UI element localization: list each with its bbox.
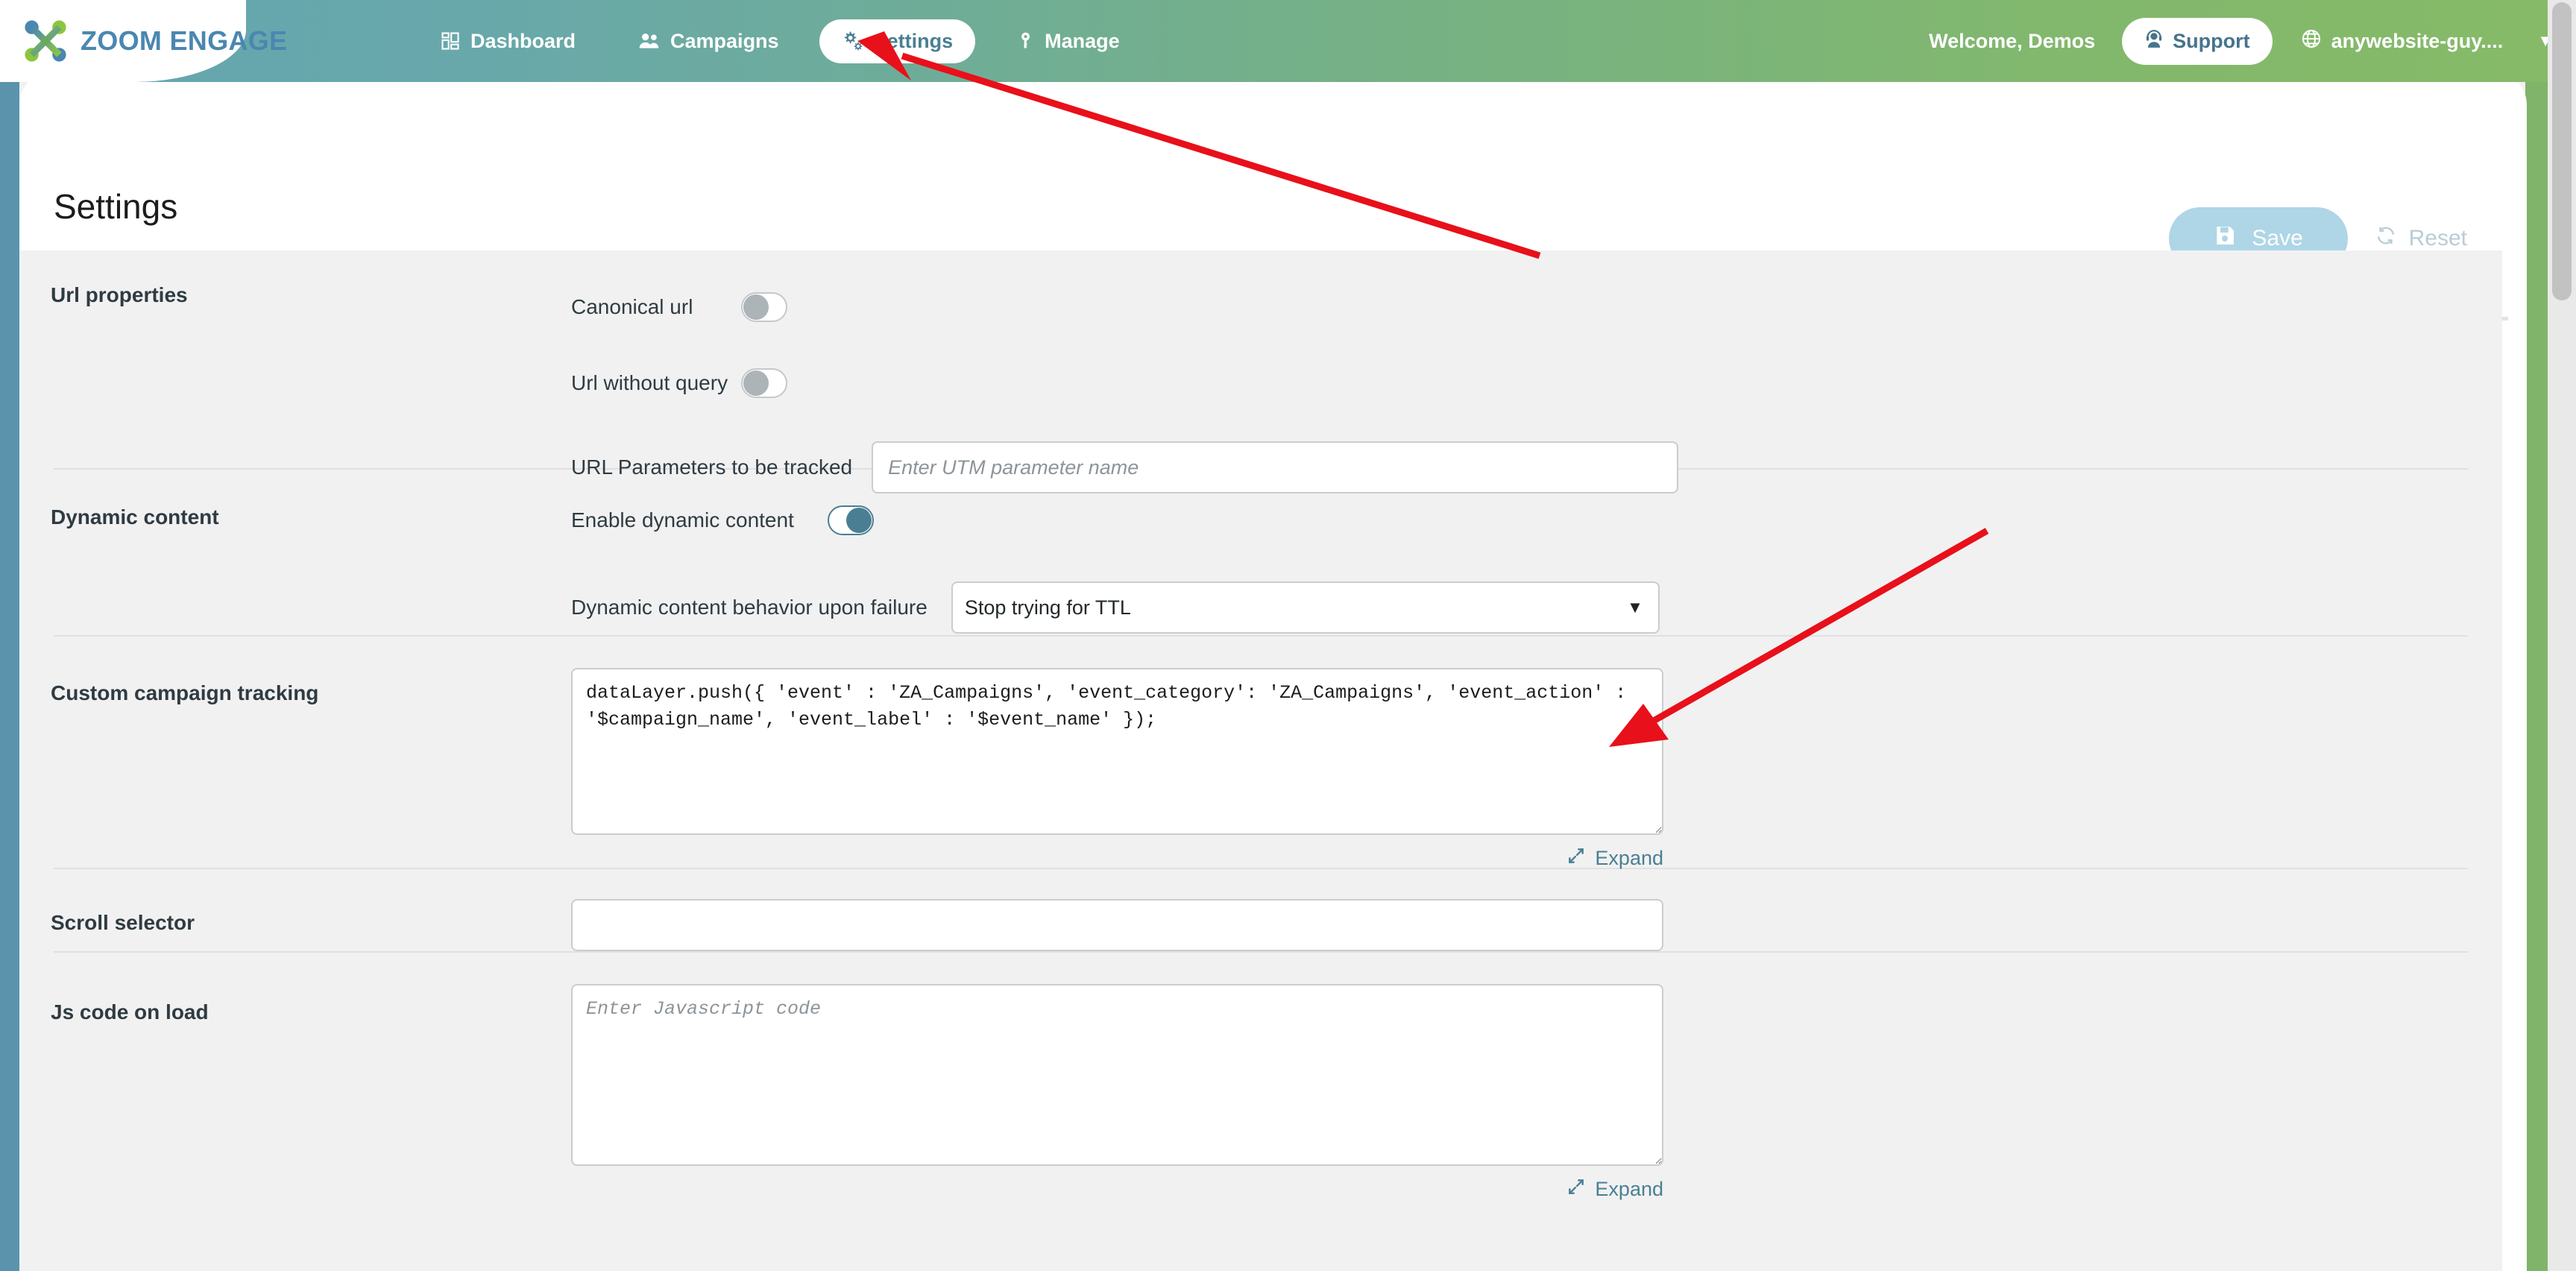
expand-arrows-icon: [1566, 1177, 1586, 1202]
dynamic-behavior-select-wrap: Stop trying for TTL ▼: [951, 581, 1660, 634]
nav-item-campaigns-label: Campaigns: [670, 30, 779, 53]
floppy-disk-icon: [2213, 224, 2237, 253]
url-properties-label: Url properties: [19, 283, 571, 307]
enable-dynamic-content-toggle[interactable]: [828, 505, 874, 535]
section-scroll-selector: Scroll selector: [19, 869, 2502, 951]
canonical-url-label: Canonical url: [571, 295, 714, 319]
url-properties-fields: Canonical url Url without query URL Para…: [571, 283, 2502, 493]
scroll-selector-input[interactable]: [571, 899, 1663, 951]
support-button[interactable]: Support: [2122, 18, 2272, 65]
dynamic-behavior-select[interactable]: Stop trying for TTL: [951, 581, 1660, 634]
site-selector-label: anywebsite-guy....: [2331, 30, 2504, 53]
js-code-on-load-textarea[interactable]: [571, 984, 1663, 1166]
scroll-selector-fields: [571, 899, 2502, 951]
dynamic-content-fields: Enable dynamic content Dynamic content b…: [571, 505, 2502, 634]
canonical-url-toggle-knob: [743, 294, 769, 320]
dynamic-content-label: Dynamic content: [19, 505, 571, 529]
custom-campaign-expand-wrap: Expand: [571, 846, 1663, 871]
js-code-on-load-label: Js code on load: [19, 984, 571, 1024]
site-selector[interactable]: anywebsite-guy....: [2301, 28, 2504, 54]
js-code-expand-link[interactable]: Expand: [1566, 1177, 1663, 1202]
left-edge-strip: [0, 71, 19, 1271]
canonical-url-row: Canonical url: [571, 292, 2502, 322]
right-edge-strip: [2525, 71, 2548, 1271]
nav-item-manage-label: Manage: [1045, 30, 1120, 53]
nav-item-settings-label: Settings: [874, 30, 954, 53]
save-button-label: Save: [2252, 226, 2302, 251]
enable-dynamic-content-toggle-knob: [846, 508, 872, 533]
globe-icon: [2301, 28, 2322, 54]
dynamic-behavior-label: Dynamic content behavior upon failure: [571, 596, 928, 619]
custom-campaign-tracking-label: Custom campaign tracking: [19, 668, 571, 705]
nav-item-dashboard[interactable]: Dashboard: [418, 19, 598, 63]
section-js-code-on-load: Js code on load Expand: [19, 953, 2502, 1202]
js-code-expand-label: Expand: [1595, 1178, 1663, 1201]
dynamic-behavior-row: Dynamic content behavior upon failure St…: [571, 581, 2502, 634]
js-code-on-load-fields: Expand: [571, 984, 2502, 1202]
custom-campaign-expand-label: Expand: [1595, 847, 1663, 870]
dashboard-grid-icon: [440, 31, 461, 51]
nav-right: Welcome, Demos Support: [1929, 0, 2554, 82]
url-without-query-toggle-knob: [743, 370, 769, 396]
canonical-url-toggle[interactable]: [741, 292, 787, 322]
url-without-query-row: Url without query: [571, 368, 2502, 398]
url-without-query-label: Url without query: [571, 371, 714, 395]
nav-item-manage[interactable]: Manage: [993, 19, 1142, 63]
welcome-text: Welcome, Demos: [1929, 30, 2095, 53]
support-button-label: Support: [2173, 30, 2249, 53]
users-group-icon: [638, 31, 661, 51]
app-root: Settings General Limitations Accessibili…: [0, 0, 2576, 1271]
reset-button[interactable]: Reset: [2375, 224, 2467, 253]
section-dynamic-content: Dynamic content Enable dynamic content D…: [19, 470, 2502, 635]
top-navbar: ZOOM ENGAGE Dashboard: [0, 0, 2576, 82]
refresh-circle-icon: [2375, 224, 2397, 253]
scroll-selector-label: Scroll selector: [19, 899, 571, 935]
zoom-engage-logo-icon: [22, 18, 69, 64]
custom-campaign-tracking-textarea[interactable]: [571, 668, 1663, 835]
page-scrollbar-thumb[interactable]: [2552, 2, 2572, 300]
custom-campaign-tracking-fields: Expand: [571, 668, 2502, 871]
section-url-properties: Url properties Canonical url Url without…: [19, 250, 2502, 468]
url-without-query-toggle[interactable]: [741, 368, 787, 398]
headset-person-icon: [2144, 28, 2164, 54]
nav-item-campaigns[interactable]: Campaigns: [616, 19, 802, 63]
custom-campaign-expand-link[interactable]: Expand: [1566, 846, 1663, 871]
page-title: Settings: [54, 186, 177, 227]
enable-dynamic-content-row: Enable dynamic content: [571, 505, 2502, 535]
js-code-expand-wrap: Expand: [571, 1177, 1663, 1202]
gears-icon: [842, 31, 864, 51]
nav-items: Dashboard Campaigns: [418, 0, 1160, 82]
enable-dynamic-content-label: Enable dynamic content: [571, 508, 817, 532]
reset-button-label: Reset: [2409, 226, 2467, 251]
section-custom-campaign-tracking: Custom campaign tracking Expand: [19, 637, 2502, 868]
brand-plate[interactable]: ZOOM ENGAGE: [0, 0, 246, 82]
nav-item-settings[interactable]: Settings: [819, 19, 976, 63]
brand-title: ZOOM ENGAGE: [81, 25, 287, 57]
expand-arrows-icon: [1566, 846, 1586, 871]
nav-item-dashboard-label: Dashboard: [470, 30, 576, 53]
settings-content: Url properties Canonical url Url without…: [19, 250, 2502, 1271]
key-icon: [1015, 31, 1035, 51]
